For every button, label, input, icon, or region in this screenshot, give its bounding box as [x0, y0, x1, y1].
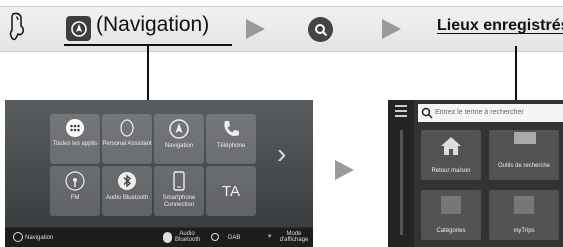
radio-icon — [65, 171, 85, 191]
tile-return-home[interactable]: Retour maison — [421, 130, 481, 180]
bluetooth-icon — [118, 172, 136, 190]
tile-navigation[interactable]: Navigation — [154, 114, 204, 164]
nav-label: (Navigation) — [96, 13, 210, 36]
tile-label: Smartphone Connection — [162, 195, 196, 208]
instruction-header: (Navigation) Lieux enregistrés — [0, 0, 563, 62]
tile-label: Audio Bluetooth — [105, 195, 149, 201]
search-field-icon — [421, 107, 433, 119]
tile-label: Téléphone — [216, 143, 246, 149]
home-screen: Toutes les applis Personal Assistant Nav… — [5, 100, 313, 247]
tile-label: FM — [70, 195, 80, 201]
tile-label: Navigation — [164, 143, 194, 149]
home-icon — [441, 137, 461, 155]
tile-phone[interactable]: Téléphone — [206, 114, 256, 164]
navigation-icon — [169, 119, 189, 139]
grid-dots-icon — [66, 119, 84, 137]
tools-icon — [514, 132, 536, 144]
assistant-icon — [120, 119, 134, 137]
chevron-right-icon[interactable]: › — [277, 138, 286, 170]
bluetooth-small-icon — [163, 232, 172, 243]
tile-label: Outils de recherche — [497, 163, 551, 169]
tile-audio-bluetooth[interactable]: Audio Bluetooth — [102, 166, 152, 216]
bar-audio-bt-label[interactable]: Audio Bluetooth — [175, 231, 200, 243]
bar-dab-label[interactable]: DAB — [228, 235, 240, 241]
phone-icon — [224, 121, 239, 136]
navigation-screen: Entrez le terme à rechercher Retour mais… — [388, 100, 563, 247]
dab-small-icon — [211, 233, 219, 241]
tile-personal-assistant[interactable]: Personal Assistant — [102, 114, 152, 164]
tile-ta[interactable]: TA — [206, 166, 256, 216]
categories-icon — [441, 196, 461, 214]
tile-smartphone-connection[interactable]: Smartphone Connection — [154, 166, 204, 216]
status-bar: Navigation Audio Bluetooth DAB ☀ Mode d'… — [5, 228, 313, 247]
navigation-app-icon — [66, 16, 91, 41]
tile-label: Retour maison — [431, 168, 471, 174]
bar-nav-label[interactable]: Navigation — [25, 235, 53, 241]
search-icon — [308, 17, 333, 42]
menu-icon[interactable] — [395, 105, 407, 117]
smartphone-icon — [173, 171, 185, 191]
voice-command-icon — [8, 12, 30, 47]
bar-display-mode-label[interactable]: Mode d'affichage — [277, 231, 311, 243]
tile-categories[interactable]: Catégories — [421, 190, 481, 240]
nav-small-icon — [13, 232, 23, 242]
tile-search-tools[interactable]: Outils de recherche — [489, 130, 559, 180]
tile-label-ta: TA — [221, 182, 241, 200]
step-arrow-2 — [382, 19, 401, 39]
step-arrow-1 — [246, 19, 265, 39]
step-arrow-3 — [335, 160, 354, 180]
search-placeholder: Entrez le terme à rechercher — [435, 109, 524, 116]
tile-label: Catégories — [436, 228, 466, 234]
display-mode-small-icon: ☀ — [267, 234, 273, 240]
trips-icon — [514, 196, 534, 214]
tile-label: myTrips — [513, 228, 535, 234]
scrollbar[interactable] — [400, 130, 403, 235]
tile-mytrips[interactable]: myTrips — [489, 190, 559, 240]
search-field[interactable]: Entrez le terme à rechercher — [418, 104, 563, 122]
tile-label: Toutes les applis — [52, 141, 98, 147]
tile-label: Personal Assistant — [102, 141, 152, 147]
tile-fm[interactable]: FM — [50, 166, 100, 216]
tile-all-apps[interactable]: Toutes les applis — [50, 114, 100, 164]
destination-label: Lieux enregistrés — [437, 17, 563, 34]
